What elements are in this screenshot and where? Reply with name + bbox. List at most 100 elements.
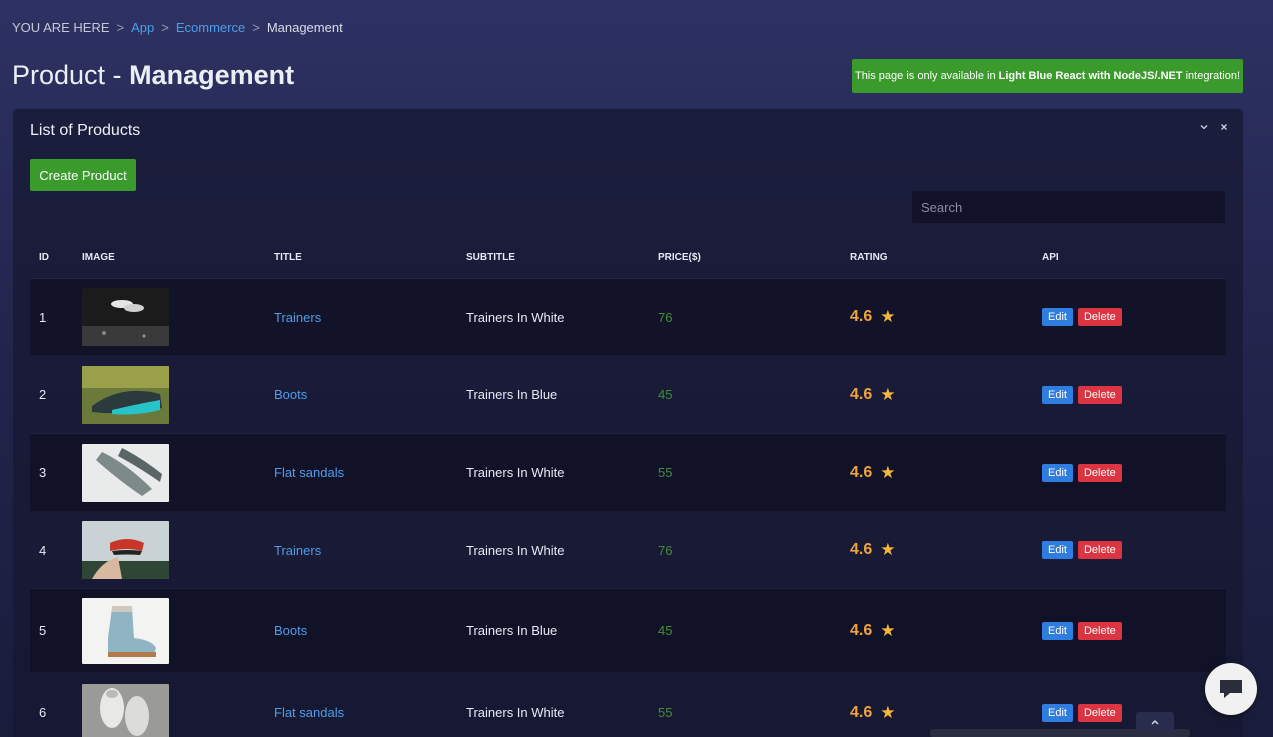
product-price: 55 bbox=[658, 465, 673, 480]
product-subtitle: Trainers In White bbox=[466, 705, 565, 720]
edit-button[interactable]: Edit bbox=[1042, 541, 1073, 559]
product-title-link[interactable]: Trainers bbox=[274, 543, 321, 558]
product-image[interactable] bbox=[82, 597, 274, 664]
row-actions: Edit Delete bbox=[1042, 385, 1226, 404]
delete-button[interactable]: Delete bbox=[1077, 308, 1122, 326]
notice-text-before: This page is only available in bbox=[854, 70, 996, 82]
breadcrumb-separator: > bbox=[116, 20, 125, 35]
product-subtitle: Trainers In Blue bbox=[466, 387, 558, 402]
row-actions: Edit Delete bbox=[1042, 703, 1226, 722]
product-subtitle: Trainers In Blue bbox=[466, 623, 558, 638]
notice-text-bold: Light Blue React with NodeJS/.NET bbox=[998, 70, 1183, 82]
rating-value: 4.6 bbox=[850, 463, 873, 481]
panel-controls bbox=[1199, 121, 1229, 135]
product-subtitle: Trainers In White bbox=[466, 542, 565, 558]
page-title: Product - Management bbox=[12, 60, 294, 91]
chevron-up-icon[interactable] bbox=[1136, 712, 1174, 732]
chevron-down-icon[interactable] bbox=[1199, 121, 1209, 135]
breadcrumb: YOU ARE HERE > App > Ecommerce > Managem… bbox=[12, 20, 343, 35]
products-table: ID IMAGE TITLE SUBTITLE PRICE($) RATING … bbox=[30, 237, 1226, 737]
product-price: 76 bbox=[658, 309, 673, 325]
breadcrumb-app-link[interactable]: App bbox=[131, 20, 154, 35]
products-panel: List of Products Create Product ID IMAGE… bbox=[13, 109, 1243, 737]
product-image[interactable] bbox=[82, 288, 274, 346]
product-image[interactable] bbox=[82, 683, 274, 737]
product-title-link[interactable]: Flat sandals bbox=[274, 465, 344, 480]
product-subtitle: Trainers In White bbox=[466, 465, 565, 480]
table-row: 3 Flat sandals Trainers In White 55 4.6 ★… bbox=[30, 434, 1226, 512]
delete-button[interactable]: Delete bbox=[1077, 541, 1122, 559]
edit-button[interactable]: Edit bbox=[1042, 463, 1073, 482]
page-title-light: Product - bbox=[12, 60, 122, 90]
star-icon: ★ bbox=[880, 307, 896, 326]
star-icon: ★ bbox=[880, 384, 896, 404]
row-id: 4 bbox=[39, 542, 47, 558]
row-actions: Edit Delete bbox=[1042, 308, 1226, 326]
header-id: ID bbox=[39, 252, 49, 263]
product-image[interactable] bbox=[82, 365, 274, 424]
header-subtitle: SUBTITLE bbox=[466, 252, 515, 263]
header-api: API bbox=[1042, 252, 1059, 263]
breadcrumb-prefix: YOU ARE HERE bbox=[12, 20, 110, 35]
panel-title: List of Products bbox=[30, 122, 141, 139]
delete-button[interactable]: Delete bbox=[1077, 385, 1122, 404]
page-title-bold: Management bbox=[129, 60, 295, 90]
rating-value: 4.6 bbox=[850, 703, 873, 721]
row-id: 1 bbox=[39, 309, 47, 325]
header-title: TITLE bbox=[274, 252, 302, 263]
delete-button[interactable]: Delete bbox=[1077, 463, 1122, 482]
edit-button[interactable]: Edit bbox=[1042, 308, 1073, 326]
product-image[interactable] bbox=[82, 521, 274, 579]
product-subtitle: Trainers In White bbox=[466, 309, 565, 325]
rating-value: 4.6 bbox=[850, 621, 873, 639]
edit-button[interactable]: Edit bbox=[1042, 385, 1073, 404]
star-icon: ★ bbox=[880, 540, 896, 559]
product-rating: 4.6 ★ bbox=[850, 703, 1042, 723]
table-row: 5 Boots Trainers In Blue 45 4.6 ★ Edit De… bbox=[30, 589, 1226, 673]
product-title-link[interactable]: Boots bbox=[274, 623, 307, 638]
delete-button[interactable]: Delete bbox=[1077, 621, 1122, 640]
rating-value: 4.6 bbox=[850, 541, 873, 558]
rating-value: 4.6 bbox=[850, 308, 873, 325]
star-icon: ★ bbox=[880, 620, 896, 640]
header-image: IMAGE bbox=[82, 252, 115, 263]
table-row: 1 Trainers Trainers In White 76 4.6 ★ Edi… bbox=[30, 279, 1226, 356]
close-icon[interactable] bbox=[1219, 121, 1229, 135]
product-price: 76 bbox=[658, 542, 673, 558]
edit-button[interactable]: Edit bbox=[1042, 703, 1073, 722]
row-actions: Edit Delete bbox=[1042, 463, 1226, 482]
create-product-button[interactable]: Create Product bbox=[30, 159, 136, 191]
product-title-link[interactable]: Trainers bbox=[274, 310, 321, 325]
breadcrumb-current: Management bbox=[266, 20, 343, 35]
table-header: ID IMAGE TITLE SUBTITLE PRICE($) RATING … bbox=[30, 237, 1226, 279]
star-icon: ★ bbox=[880, 702, 896, 722]
table-row: 4 Trainers Trainers In White 76 4.6 ★ Edi… bbox=[30, 512, 1226, 589]
breadcrumb-separator: > bbox=[252, 20, 260, 35]
product-rating: 4.6 ★ bbox=[850, 540, 1042, 560]
row-actions: Edit Delete bbox=[1042, 541, 1226, 559]
notice-text-after: integration! bbox=[1185, 70, 1241, 82]
product-rating: 4.6 ★ bbox=[850, 307, 1042, 327]
search-input[interactable] bbox=[912, 191, 1225, 223]
row-id: 2 bbox=[39, 387, 47, 402]
product-price: 55 bbox=[658, 705, 673, 720]
integration-notice: This page is only available in Light Blu… bbox=[852, 59, 1243, 93]
product-title-link[interactable]: Flat sandals bbox=[274, 705, 344, 720]
product-rating: 4.6 ★ bbox=[850, 621, 1042, 641]
star-icon: ★ bbox=[880, 462, 896, 482]
table-row: 6 Flat sandals Trainers In White 55 4.6 ★… bbox=[30, 673, 1226, 737]
breadcrumb-separator: > bbox=[161, 20, 169, 35]
edit-button[interactable]: Edit bbox=[1042, 621, 1073, 640]
product-rating: 4.6 ★ bbox=[850, 463, 1042, 483]
rating-value: 4.6 bbox=[850, 385, 873, 403]
row-actions: Edit Delete bbox=[1042, 621, 1226, 640]
delete-button[interactable]: Delete bbox=[1077, 703, 1122, 722]
product-image[interactable] bbox=[82, 443, 274, 502]
chat-bubble-icon[interactable] bbox=[1205, 663, 1257, 715]
row-id: 5 bbox=[39, 623, 47, 638]
product-price: 45 bbox=[658, 623, 673, 638]
table-row: 2 Boots Trainers In Blue 45 4.6 ★ Edit De… bbox=[30, 356, 1226, 434]
product-title-link[interactable]: Boots bbox=[274, 387, 307, 402]
product-rating: 4.6 ★ bbox=[850, 385, 1042, 405]
breadcrumb-ecommerce-link[interactable]: Ecommerce bbox=[176, 20, 245, 35]
